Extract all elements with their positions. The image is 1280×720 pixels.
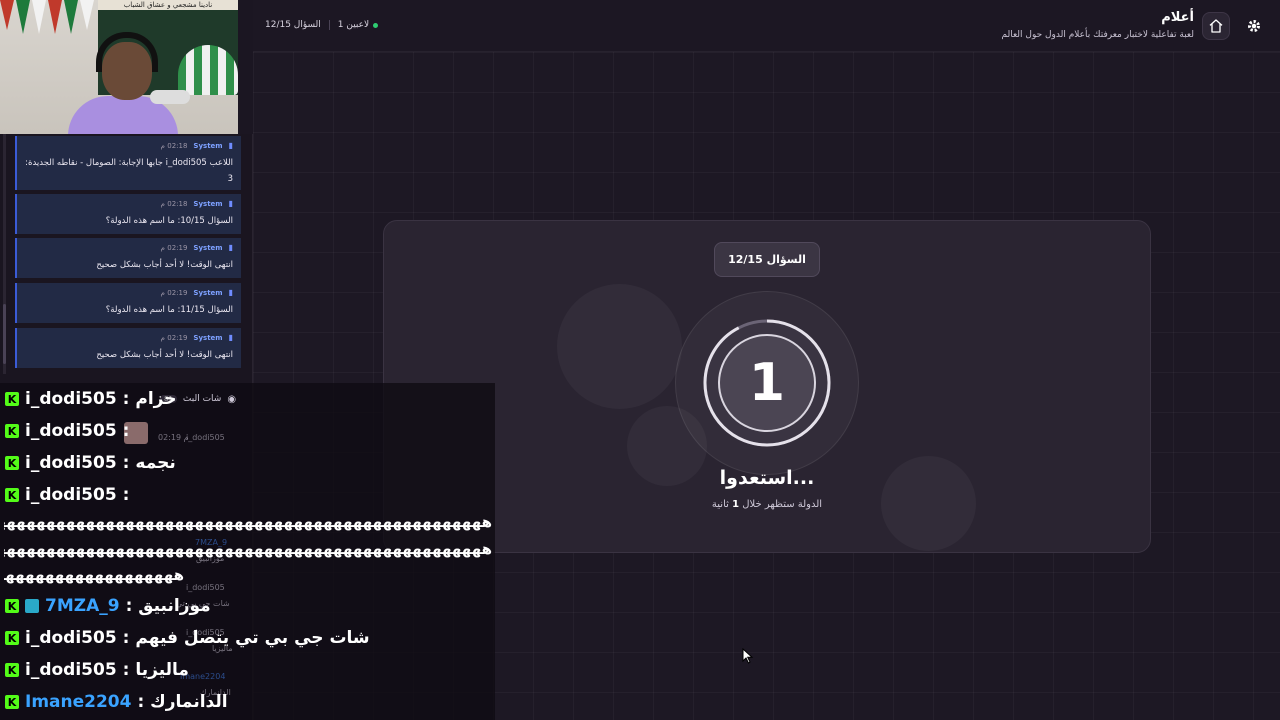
- overlay-message: ماليزيا :: [122, 660, 189, 680]
- message-text: السؤال 10/15: ما اسم هذه الدولة؟: [105, 216, 233, 226]
- overlay-message: شات جي بي تي يتصل فيهم :: [122, 628, 370, 648]
- overlay-spam-line: هههههههههههههههههههههههههههههههههههههههه…: [4, 540, 492, 558]
- ghost-username: i_dodi505: [186, 433, 225, 442]
- online-dot-icon: [373, 22, 379, 28]
- overlay-username: 7MZA_9: [45, 596, 120, 616]
- message-text: السؤال 11/15: ما اسم هذه الدولة؟: [105, 305, 233, 315]
- chat-message: ▮ System 02:19 م انتهى الوقت! لا أحد أجاب …: [15, 238, 241, 278]
- chat-bubble-icon: ◉: [227, 393, 237, 405]
- message-time: 02:18 م: [160, 141, 188, 150]
- overlay-message: حزام :: [122, 389, 177, 409]
- question-number-badge: السؤال 12/15: [714, 242, 820, 277]
- ghost-time: 02:19 م: [158, 433, 189, 442]
- system-message-icon: ▮: [228, 199, 233, 208]
- overlay-chat-line: K 7MZA_9 موزانبيق :: [5, 594, 211, 618]
- kick-badge-icon: K: [5, 488, 19, 502]
- banner-text: نادينا مشجعي و عشاق الشباب: [98, 0, 238, 10]
- message-time: 02:19 م: [160, 288, 188, 297]
- home-icon: [1209, 19, 1223, 33]
- overlay-chat-line: K i_dodi505 ماليزيا :: [5, 658, 189, 682]
- page-title: أعلام: [1161, 10, 1194, 25]
- kick-badge-icon: K: [5, 392, 19, 406]
- message-text: انتهى الوقت! لا أحد أجاب بشكل صحيح: [96, 350, 233, 360]
- decor-bubble: [557, 284, 682, 409]
- countdown-number: 1: [748, 353, 786, 413]
- mouse-cursor-icon: [742, 648, 754, 664]
- overlay-message: موزانبيق :: [125, 596, 211, 616]
- system-message-icon: ▮: [228, 288, 233, 297]
- overlay-chat-line: K i_dodi505 :: [5, 419, 129, 443]
- overlay-chat-line: K Imane2204 الدانمارك :: [5, 690, 228, 714]
- message-sender: System: [193, 333, 223, 342]
- message-time: 02:19 م: [160, 243, 188, 252]
- status-divider: [328, 20, 330, 30]
- message-sender: System: [193, 243, 223, 252]
- gear-icon: [1248, 20, 1260, 32]
- ready-sub-seconds: 1: [732, 499, 740, 510]
- overlay-message: الدانمارك :: [137, 692, 228, 712]
- chat-message: ▮ System 02:19 م انتهى الوقت! لا أحد أجاب …: [15, 328, 241, 368]
- system-message-icon: ▮: [228, 243, 233, 252]
- question-card: السؤال 12/15 1 استعدوا... الدولة ستظهر خ…: [383, 220, 1151, 553]
- overlay-spam-line: هههههههههههههههههههههه: [4, 566, 184, 584]
- overlay-chat-line: K i_dodi505 نجمه :: [5, 451, 176, 475]
- top-bar: السؤال 12/15 1 لاعبين أعلام لعبة تفاعلية…: [253, 0, 1280, 52]
- overlay-chat-line: K i_dodi505 :: [5, 483, 129, 507]
- message-sender: System: [193, 141, 223, 150]
- overlay-username: i_dodi505: [25, 660, 117, 680]
- webcam-feed: نادينا مشجعي و عشاق الشباب: [0, 0, 238, 134]
- overlay-username: i_dodi505: [25, 628, 117, 648]
- settings-button[interactable]: [1240, 12, 1268, 40]
- ready-sub-suffix: ثانية: [711, 499, 729, 510]
- overlay-message: :: [122, 485, 130, 505]
- chat-scroll-thumb[interactable]: [3, 304, 6, 364]
- overlay-username: i_dodi505: [25, 485, 117, 505]
- kick-badge-icon: K: [5, 695, 19, 709]
- players-count: 1 لاعبين: [337, 20, 379, 30]
- overlay-spam-line: هههههههههههههههههههههههههههههههههههههههه…: [4, 513, 492, 531]
- overlay-username: i_dodi505: [25, 453, 117, 473]
- kick-badge-icon: K: [5, 631, 19, 645]
- ghost-username: i_dodi505: [186, 583, 225, 592]
- home-button[interactable]: [1202, 12, 1230, 40]
- chat-message: ▮ System 02:19 م السؤال 11/15: ما اسم هذه …: [15, 283, 241, 323]
- kick-badge-icon: K: [5, 424, 19, 438]
- message-time: 02:19 م: [160, 333, 188, 342]
- ready-sub-prefix: الدولة ستظهر خلال: [742, 499, 823, 510]
- chat-message: ▮ System 02:18 م السؤال 10/15: ما اسم هذه …: [15, 194, 241, 234]
- message-sender: System: [193, 199, 223, 208]
- overlay-username: Imane2204: [25, 692, 132, 712]
- ready-title: استعدوا...: [719, 467, 815, 489]
- game-status: السؤال 12/15 1 لاعبين: [265, 20, 379, 30]
- microphone-icon: [150, 90, 190, 104]
- overlay-message: نجمه :: [122, 453, 176, 473]
- system-message-icon: ▮: [228, 333, 233, 342]
- message-text: اللاعب i_dodi505 جابها الإجابة: الصومال …: [25, 158, 233, 184]
- overlay-username: i_dodi505: [25, 421, 117, 441]
- overlay-chat-line: K i_dodi505 حزام :: [5, 387, 177, 411]
- chat-message: ▮ System 02:18 م اللاعب i_dodi505 جابها ال…: [15, 136, 241, 190]
- overlay-chat-line: K i_dodi505 شات جي بي تي يتصل فيهم :: [5, 626, 370, 650]
- ready-subtitle: الدولة ستظهر خلال 1 ثانية: [384, 499, 1150, 510]
- system-message-icon: ▮: [228, 141, 233, 150]
- kick-badge-icon: K: [5, 599, 19, 613]
- gift-badge-icon: [25, 599, 39, 613]
- bunting-flags-icon: [0, 0, 94, 34]
- message-text: انتهى الوقت! لا أحد أجاب بشكل صحيح: [96, 260, 233, 270]
- overlay-username: i_dodi505: [25, 389, 117, 409]
- question-status: السؤال 12/15: [265, 20, 321, 30]
- players-label: 1 لاعبين: [337, 20, 370, 30]
- message-time: 02:18 م: [160, 199, 188, 208]
- kick-badge-icon: K: [5, 456, 19, 470]
- overlay-message: :: [122, 421, 130, 441]
- message-sender: System: [193, 288, 223, 297]
- stream-chat-label: شات البث: [182, 394, 222, 404]
- kick-badge-icon: K: [5, 663, 19, 677]
- page-subtitle: لعبة تفاعلية لاختبار معرفتك بأعلام الدول…: [1001, 30, 1194, 40]
